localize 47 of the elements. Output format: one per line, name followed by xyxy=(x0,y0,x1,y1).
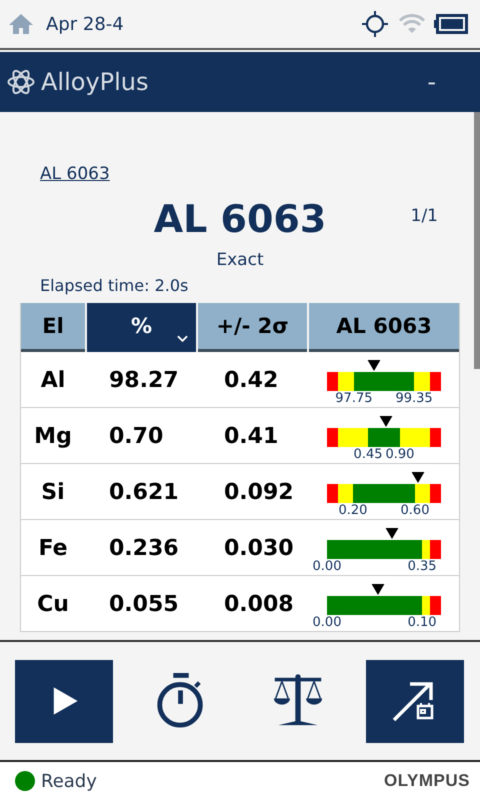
menu-button[interactable]: - xyxy=(423,68,440,96)
high-limit: 0.90 xyxy=(385,447,414,462)
battery-icon xyxy=(434,14,468,34)
column-header[interactable]: AL 6063 xyxy=(309,303,459,352)
percent-cell-text: 0.055 xyxy=(108,592,180,616)
scrollbar[interactable] xyxy=(474,112,480,369)
percent-cell-text: 0.621 xyxy=(108,480,180,504)
match-type: Exact xyxy=(215,250,265,270)
percent-cell-text: 98.27 xyxy=(108,368,180,392)
error-cell-text: 0.42 xyxy=(223,368,280,392)
crosshair-icon xyxy=(362,11,388,37)
column-header[interactable]: % xyxy=(87,303,196,352)
wifi-icon xyxy=(398,13,426,35)
low-limit: 0.00 xyxy=(312,559,342,574)
column-header[interactable]: +/- 2σ xyxy=(198,303,307,352)
brand-logo: OLYMPUS xyxy=(384,771,470,791)
low-limit: 97.75 xyxy=(335,391,372,406)
percent-cell-text: 0.236 xyxy=(108,536,180,560)
high-limit: 0.60 xyxy=(400,503,430,518)
percent-cell-text: 0.70 xyxy=(108,424,164,448)
element-cell-text: Fe xyxy=(37,536,69,560)
high-limit: 0.35 xyxy=(408,559,437,574)
error-cell-text: 0.030 xyxy=(223,536,295,560)
element-cell-text: Cu xyxy=(36,592,70,616)
low-limit: 0.00 xyxy=(312,615,342,630)
error-cell-text: 0.41 xyxy=(223,424,280,448)
app-title: AlloyPlus xyxy=(41,68,148,96)
chevron-icon xyxy=(177,335,188,343)
low-limit: 0.45 xyxy=(354,447,382,462)
export-button[interactable] xyxy=(366,660,464,742)
high-limit: 0.10 xyxy=(408,615,437,630)
column-header[interactable]: El xyxy=(21,303,85,352)
high-limit: 99.35 xyxy=(395,391,433,406)
element-cell-text: Al xyxy=(40,368,66,392)
error-cell-text: 0.092 xyxy=(223,480,295,504)
element-cell-text: Mg xyxy=(33,424,73,448)
error-cell-text: 0.008 xyxy=(223,592,295,616)
element-cell-text: Si xyxy=(40,480,66,504)
elapsed-time: Elapsed time: 2.0s xyxy=(40,276,190,295)
match-count: 1/1 xyxy=(410,206,438,226)
date-label: Apr 28-4 xyxy=(46,14,124,34)
grade-link[interactable]: AL 6063 xyxy=(40,164,110,184)
play-button[interactable] xyxy=(15,660,113,742)
grade-title: AL 6063 xyxy=(154,197,326,241)
atom-icon xyxy=(7,68,35,96)
low-limit: 0.20 xyxy=(338,503,368,518)
status-label: Ready xyxy=(41,770,97,792)
